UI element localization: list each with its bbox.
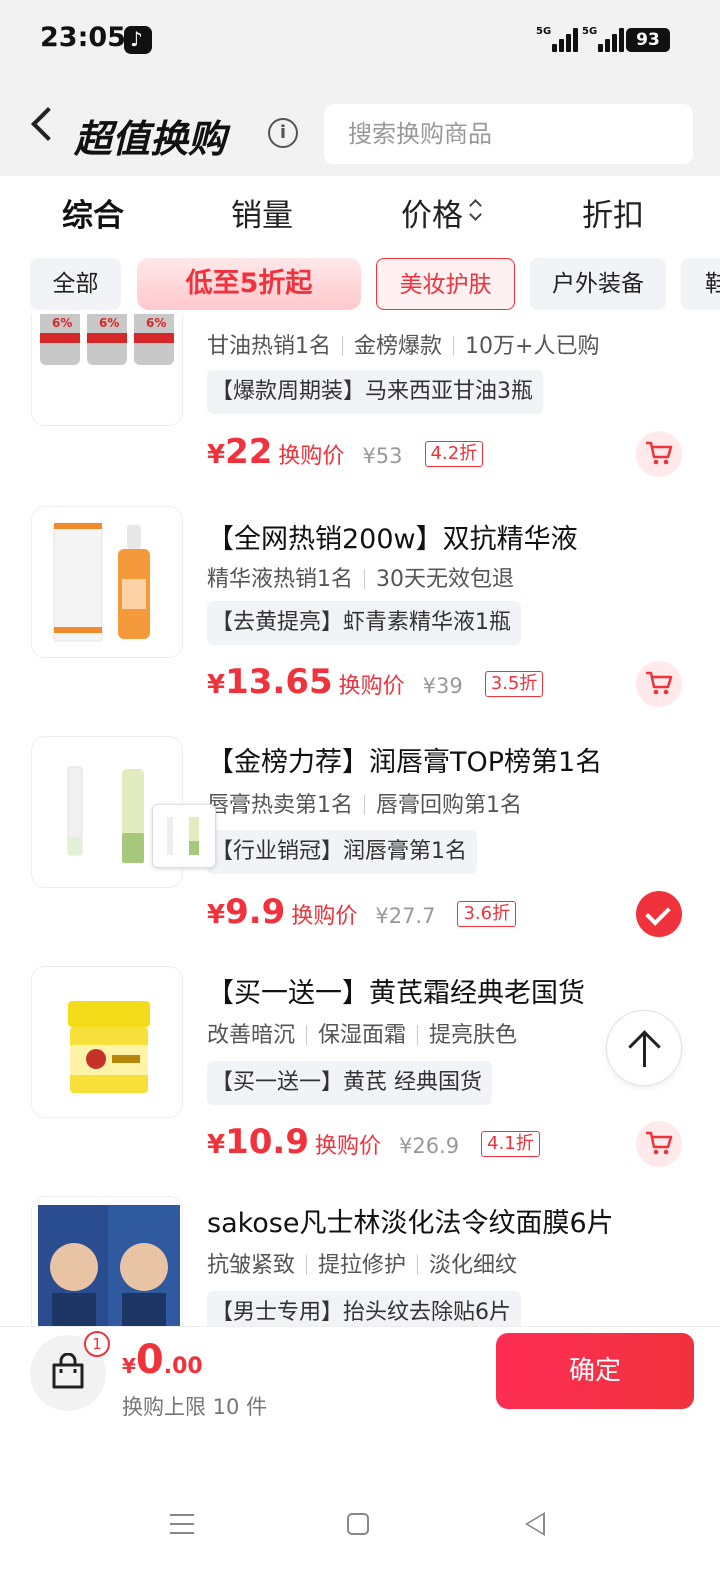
shopping-bag-icon: [52, 1353, 84, 1389]
product-image[interactable]: [31, 966, 183, 1118]
original-price: ¥39: [422, 674, 463, 698]
product-label: 【买一送一】黄芪 经典国货: [207, 1061, 492, 1105]
product-item[interactable]: 【金榜力荐】润唇膏TOP榜第1名 唇膏热卖第1名 唇膏回购第1名 【行业销冠】润唇…: [0, 735, 720, 965]
discount-badge: 4.1折: [481, 1131, 540, 1157]
checkout-bar: 1 ¥0.00 换购上限 10 件 确定: [0, 1326, 720, 1436]
product-label: 【男士专用】抬头纹去除贴6片: [207, 1291, 521, 1326]
product-title: 【买一送一】黄芪霜经典老国货: [207, 978, 585, 1009]
discount-badge: 4.2折: [424, 441, 484, 467]
page-header: 超值换购 i 搜索换购商品: [0, 80, 720, 176]
exchange-price: 9.9: [225, 892, 286, 932]
tiktok-notification-icon: [124, 26, 152, 54]
tab-comprehensive[interactable]: 综合: [62, 190, 124, 235]
product-label: 【行业销冠】润唇膏第1名: [207, 830, 477, 874]
cart-icon: [646, 671, 673, 695]
price-row: ¥9.9 换购价 ¥27.7 3.6折: [207, 892, 517, 936]
cart-icon: [646, 1131, 673, 1155]
home-icon[interactable]: [347, 1513, 369, 1535]
info-icon[interactable]: i: [268, 118, 298, 148]
back-nav-icon[interactable]: [525, 1512, 545, 1536]
signal-icon: 5G: [536, 26, 580, 52]
product-item[interactable]: 【买一送一】黄芪霜经典老国货 改善暗沉 保湿面霜 提亮肤色 【买一送一】黄芪 经典国…: [0, 965, 720, 1195]
system-nav-bar: [0, 1436, 720, 1584]
exchange-limit-text: 换购上限 10 件: [122, 1395, 268, 1419]
product-image[interactable]: 6% 6% 6%: [31, 314, 183, 426]
status-time: 23:05: [40, 22, 126, 53]
selected-check-button[interactable]: [636, 891, 682, 937]
price-row: ¥22 换购价 ¥53 4.2折: [207, 432, 484, 476]
product-item[interactable]: 【全网热销200w】双抗精华液 精华液热销1名 30天无效包退 【去黄提亮】虾青素…: [0, 505, 720, 735]
product-label: 【去黄提亮】虾青素精华液1瓶: [207, 601, 521, 645]
sort-tabs: 综合 销量 价格 折扣: [0, 176, 720, 248]
chip-all[interactable]: 全部: [30, 258, 121, 310]
add-to-cart-button[interactable]: [636, 431, 682, 477]
chip-shoes[interactable]: 鞋: [681, 258, 720, 310]
product-list: 6% 6% 6% 甘油热销1名 金榜爆款 10万+人已购 【爆款周期装】马来西亚甘油…: [0, 314, 720, 1326]
page-title: 超值换购: [74, 117, 227, 161]
tab-price[interactable]: 价格: [401, 190, 463, 235]
product-title: 【全网热销200w】双抗精华液: [207, 524, 578, 555]
discount-badge: 3.5折: [484, 671, 544, 697]
exchange-price: 13.65: [225, 662, 333, 702]
product-tags: 改善暗沉 保湿面霜 提亮肤色: [207, 1023, 518, 1048]
product-tags: 精华液热销1名 30天无效包退: [207, 567, 514, 592]
tab-sales[interactable]: 销量: [231, 190, 293, 235]
product-tags: 甘油热销1名 金榜爆款 10万+人已购: [207, 334, 600, 359]
battery-icon: 93: [626, 28, 670, 52]
svg-text:6%: 6%: [99, 316, 119, 330]
product-title: sakose凡士林淡化法令纹面膜6片: [207, 1208, 614, 1239]
price-row: ¥10.9 换购价 ¥26.9 4.1折: [207, 1122, 540, 1166]
confirm-button[interactable]: 确定: [496, 1333, 694, 1409]
original-price: ¥27.7: [375, 904, 436, 928]
exchange-price: 22: [225, 432, 273, 472]
original-price: ¥26.9: [399, 1134, 460, 1158]
product-tags: 唇膏热卖第1名 唇膏回购第1名: [207, 793, 522, 818]
discount-badge: 3.6折: [457, 901, 517, 927]
floating-preview-thumbnail[interactable]: [152, 804, 216, 868]
total-price: ¥0.00: [122, 1337, 203, 1383]
product-image[interactable]: [31, 1196, 183, 1326]
sort-arrows-icon[interactable]: [469, 197, 483, 223]
tab-discount[interactable]: 折扣: [582, 190, 644, 235]
svg-text:6%: 6%: [52, 316, 72, 330]
add-to-cart-button[interactable]: [636, 661, 682, 707]
search-input[interactable]: 搜索换购商品: [324, 104, 693, 164]
chip-beauty[interactable]: 美妆护肤: [376, 258, 515, 310]
product-tags: 抗皱紧致 提拉修护 淡化细纹: [207, 1253, 518, 1278]
price-row: ¥13.65 换购价 ¥39 3.5折: [207, 662, 544, 706]
cart-icon: [646, 441, 673, 465]
product-image[interactable]: [31, 506, 183, 658]
bag-count-badge: 1: [84, 1331, 110, 1357]
chip-outdoor[interactable]: 户外装备: [530, 258, 666, 310]
svg-text:6%: 6%: [146, 316, 166, 330]
scroll-to-top-button[interactable]: [606, 1010, 682, 1086]
product-label: 【爆款周期装】马来西亚甘油3瓶: [207, 370, 543, 414]
original-price: ¥53: [362, 444, 403, 468]
back-arrow-icon[interactable]: [31, 107, 65, 141]
status-bar: 23:05 5G 5G 93: [0, 0, 720, 80]
recent-apps-icon[interactable]: [170, 1514, 194, 1534]
filter-chip-row: 全部 低至5折起 美妆护肤 户外装备 鞋: [0, 258, 720, 314]
exchange-price: 10.9: [225, 1122, 309, 1162]
add-to-cart-button[interactable]: [636, 1121, 682, 1167]
product-item[interactable]: sakose凡士林淡化法令纹面膜6片 抗皱紧致 提拉修护 淡化细纹 【男士专用】抬头…: [0, 1195, 720, 1326]
product-title: 【金榜力荐】润唇膏TOP榜第1名: [207, 747, 603, 778]
signal-icon: 5G: [582, 26, 626, 52]
chip-promo[interactable]: 低至5折起: [137, 258, 361, 310]
